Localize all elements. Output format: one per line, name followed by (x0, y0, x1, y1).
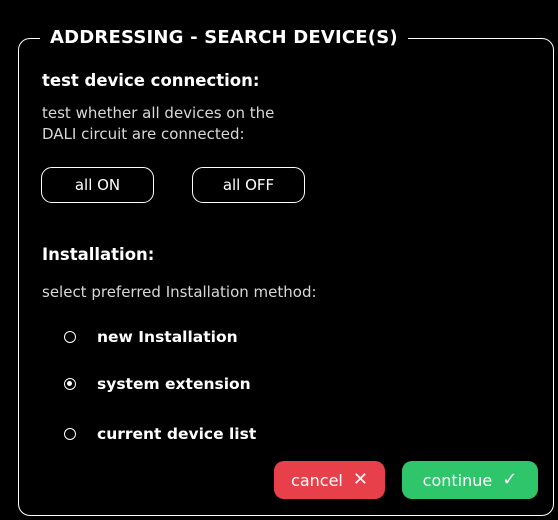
all-on-button[interactable]: all ON (41, 167, 154, 203)
continue-button-label: continue (422, 470, 493, 490)
test-connection-description-line1: test whether all devices on the (42, 104, 275, 122)
continue-button[interactable]: continue ✓ (402, 461, 538, 499)
installation-heading: Installation: (42, 245, 155, 264)
test-connection-description-line2: DALI circuit are connected: (42, 125, 245, 143)
test-connection-heading: test device connection: (42, 71, 260, 90)
radio-option-label: system extension (97, 375, 251, 393)
test-connection-description: test whether all devices on the DALI cir… (42, 103, 342, 145)
cancel-button[interactable]: cancel ✕ (274, 461, 385, 499)
radio-option-label: new Installation (97, 328, 238, 346)
all-off-button[interactable]: all OFF (192, 167, 305, 203)
installation-description: select preferred Installation method: (42, 283, 317, 301)
dialog-background: ADDRESSING - SEARCH DEVICE(S) test devic… (0, 0, 558, 520)
radio-option-new-installation[interactable]: new Installation (64, 325, 238, 349)
radio-unchecked-icon[interactable] (64, 428, 76, 440)
close-icon: ✕ (352, 469, 368, 490)
radio-option-label: current device list (97, 425, 257, 443)
checkmark-icon: ✓ (502, 469, 518, 490)
radio-checked-icon[interactable] (64, 378, 76, 390)
radio-unchecked-icon[interactable] (64, 331, 76, 343)
cancel-button-label: cancel (291, 470, 343, 490)
radio-option-system-extension[interactable]: system extension (64, 372, 251, 396)
radio-option-current-device-list[interactable]: current device list (64, 422, 256, 446)
dialog-title: ADDRESSING - SEARCH DEVICE(S) (40, 25, 408, 51)
